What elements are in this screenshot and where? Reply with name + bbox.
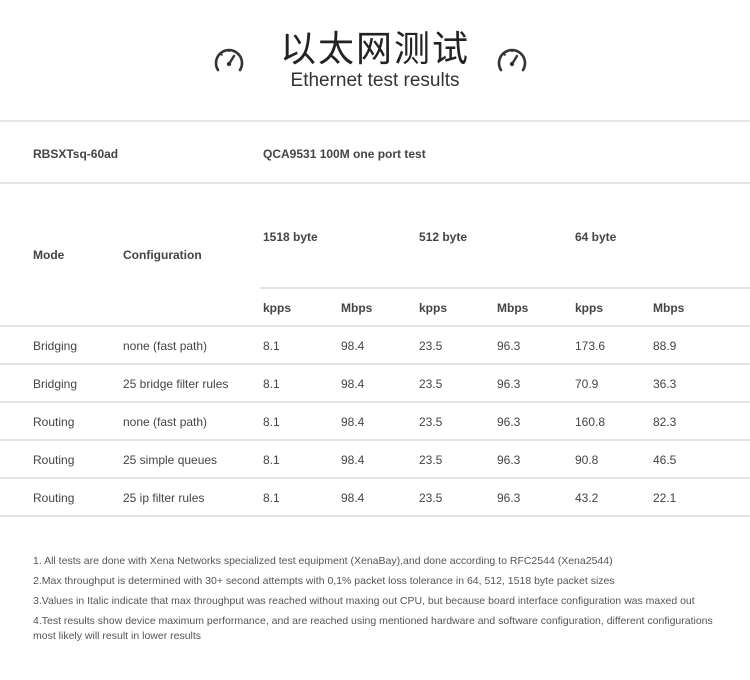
value-cell: 88.9	[653, 339, 677, 353]
value-cell: 8.1	[263, 415, 280, 429]
footnote: 2.Max throughput is determined with 30+ …	[33, 575, 615, 587]
value-cell: 98.4	[341, 453, 365, 467]
config-cell: 25 bridge filter rules	[123, 377, 229, 391]
divider	[0, 515, 750, 517]
divider	[0, 182, 750, 184]
footnote: 3.Values in Italic indicate that max thr…	[33, 595, 695, 607]
column-header-configuration: Configuration	[123, 248, 202, 262]
value-cell: 22.1	[653, 491, 677, 505]
packet-size-header: 1518 byte	[263, 230, 318, 244]
mode-cell: Bridging	[33, 339, 78, 353]
unit-header: kpps	[419, 301, 448, 315]
packet-size-header: 512 byte	[419, 230, 468, 244]
value-cell: 8.1	[263, 339, 280, 353]
value-cell: 82.3	[653, 415, 677, 429]
page-header: 以太网测试 Ethernet test results	[0, 0, 750, 120]
table-row: Routing 25 ip filter rules 8.1 98.4 23.5…	[0, 477, 750, 515]
value-cell: 96.3	[497, 377, 521, 391]
divider	[260, 287, 750, 289]
footnote: 4.Test results show device maximum perfo…	[33, 615, 713, 642]
unit-header: Mbps	[497, 301, 529, 315]
table-row: Routing none (fast path) 8.1 98.4 23.5 9…	[0, 401, 750, 439]
value-cell: 96.3	[497, 339, 521, 353]
value-cell: 98.4	[341, 415, 365, 429]
value-cell: 8.1	[263, 453, 280, 467]
mode-cell: Bridging	[33, 377, 78, 391]
config-cell: none (fast path)	[123, 415, 208, 429]
unit-header: Mbps	[653, 301, 685, 315]
value-cell: 98.4	[341, 491, 365, 505]
value-cell: 36.3	[653, 377, 677, 391]
mode-cell: Routing	[33, 415, 75, 429]
speedometer-icon	[497, 48, 527, 72]
value-cell: 23.5	[419, 377, 443, 391]
value-cell: 160.8	[575, 415, 606, 429]
value-cell: 23.5	[419, 491, 443, 505]
footnotes: 1. All tests are done with Xena Networks…	[33, 554, 733, 649]
table-row: Bridging 25 bridge filter rules 8.1 98.4…	[0, 363, 750, 401]
table-row: Routing 25 simple queues 8.1 98.4 23.5 9…	[0, 439, 750, 477]
column-header-mode: Mode	[33, 248, 65, 262]
packet-size-header: 64 byte	[575, 230, 617, 244]
unit-header: kpps	[575, 301, 604, 315]
value-cell: 173.6	[575, 339, 606, 353]
footnote: 1. All tests are done with Xena Networks…	[33, 555, 613, 567]
value-cell: 96.3	[497, 491, 521, 505]
value-cell: 46.5	[653, 453, 677, 467]
value-cell: 98.4	[341, 377, 365, 391]
value-cell: 96.3	[497, 453, 521, 467]
value-cell: 98.4	[341, 339, 365, 353]
unit-header: kpps	[263, 301, 292, 315]
config-cell: 25 ip filter rules	[123, 491, 205, 505]
value-cell: 70.9	[575, 377, 599, 391]
results-table: RBSXTsq-60ad QCA9531 100M one port test …	[0, 120, 750, 517]
page-title: 以太网测试	[279, 29, 470, 70]
value-cell: 23.5	[419, 453, 443, 467]
value-cell: 8.1	[263, 491, 280, 505]
table-row: Bridging none (fast path) 8.1 98.4 23.5 …	[0, 325, 750, 363]
config-cell: 25 simple queues	[123, 453, 218, 467]
model-name: RBSXTsq-60ad	[33, 147, 119, 161]
value-cell: 23.5	[419, 415, 443, 429]
value-cell: 8.1	[263, 377, 280, 391]
value-cell: 96.3	[497, 415, 521, 429]
test-name: QCA9531 100M one port test	[263, 147, 426, 161]
mode-cell: Routing	[33, 453, 75, 467]
value-cell: 43.2	[575, 491, 599, 505]
page-subtitle: Ethernet test results	[290, 70, 460, 91]
value-cell: 90.8	[575, 453, 599, 467]
mode-cell: Routing	[33, 491, 75, 505]
unit-header: Mbps	[341, 301, 373, 315]
config-cell: none (fast path)	[123, 339, 208, 353]
value-cell: 23.5	[419, 339, 443, 353]
